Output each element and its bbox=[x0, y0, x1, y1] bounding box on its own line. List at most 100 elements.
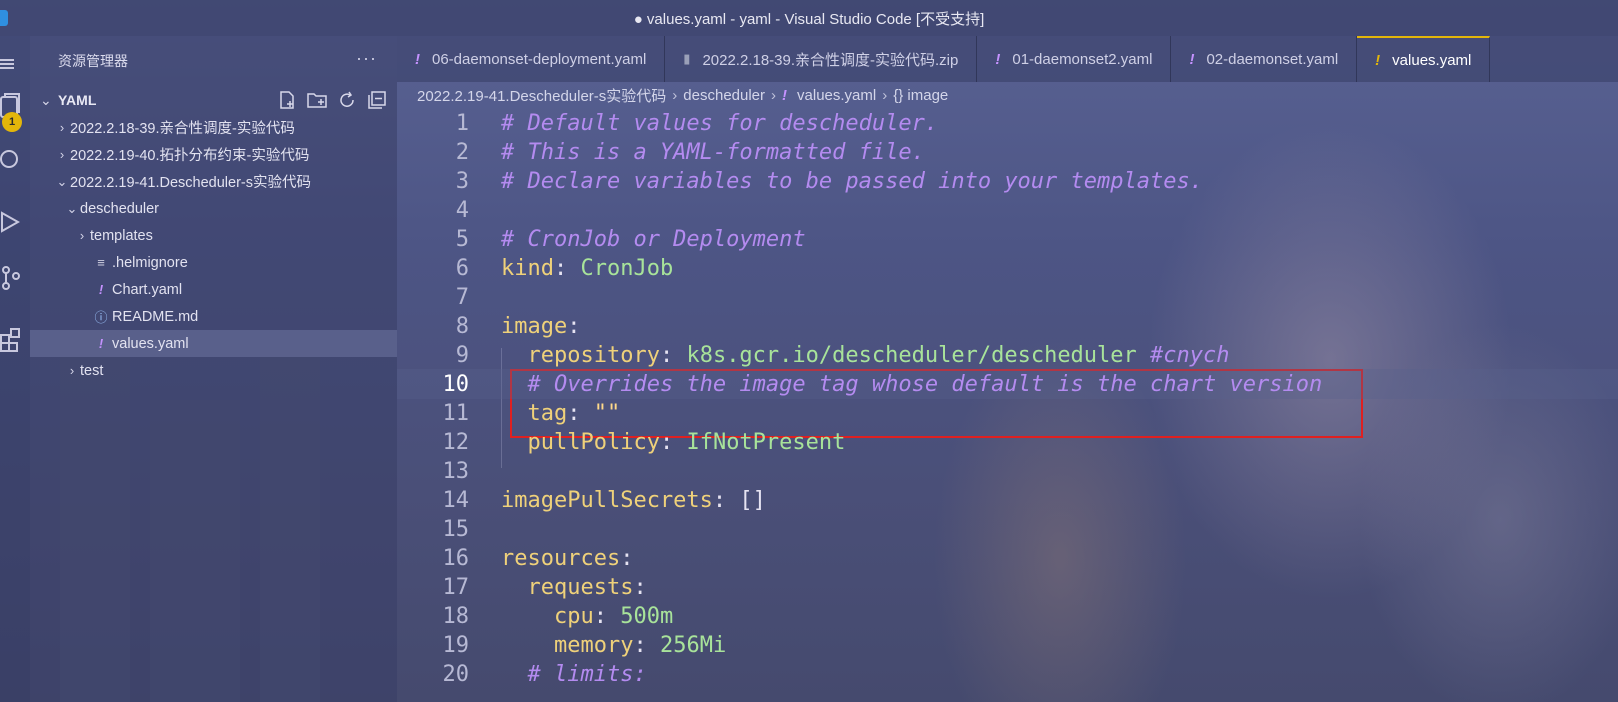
editor-tab[interactable]: ! 01-daemonset2.yaml bbox=[977, 36, 1172, 82]
code-line[interactable]: 9 repository: k8s.gcr.io/descheduler/des… bbox=[397, 340, 1618, 370]
tree-item-label: values.yaml bbox=[112, 335, 189, 352]
line-number: 1 bbox=[455, 110, 469, 136]
line-code: memory: 256Mi bbox=[501, 633, 726, 658]
yaml-file-icon: ! bbox=[1375, 51, 1381, 69]
chevron-right-icon: › bbox=[882, 86, 888, 104]
line-code: # Declare variables to be passed into yo… bbox=[501, 169, 1203, 194]
code-line[interactable]: 18 cpu: 500m bbox=[397, 601, 1618, 631]
code-token: : bbox=[620, 545, 634, 571]
breadcrumb-subfolder[interactable]: descheduler bbox=[683, 87, 765, 104]
code-line[interactable]: 13 bbox=[397, 456, 1618, 486]
code-line[interactable]: 10 # Overrides the image tag whose defau… bbox=[397, 369, 1618, 399]
tree-item[interactable]: ! Chart.yaml bbox=[30, 276, 397, 303]
yaml-file-icon: ! bbox=[415, 50, 420, 68]
code-line[interactable]: 4 bbox=[397, 195, 1618, 225]
code-line[interactable]: 14 imagePullSecrets: [] bbox=[397, 485, 1618, 515]
zip-file-icon: ▮ bbox=[683, 51, 691, 66]
tree-item[interactable]: ! values.yaml bbox=[30, 330, 397, 357]
breadcrumb-folder[interactable]: 2022.2.19-41.Descheduler-s实验代码 bbox=[417, 85, 666, 106]
run-debug-icon[interactable] bbox=[0, 202, 30, 242]
code-token: : bbox=[659, 429, 687, 455]
line-number: 5 bbox=[455, 226, 469, 252]
code-token: kind bbox=[501, 255, 554, 281]
code-token: "" bbox=[593, 400, 621, 426]
editor-tab[interactable]: ! 06-daemonset-deployment.yaml bbox=[397, 36, 666, 82]
code-line[interactable]: 15 bbox=[397, 514, 1618, 544]
chevron-right-icon: › bbox=[59, 120, 65, 135]
line-number: 7 bbox=[455, 284, 469, 310]
code-line[interactable]: 1 # Default values for descheduler. bbox=[397, 108, 1618, 138]
code-token: : bbox=[553, 255, 581, 281]
chevron-right-icon: › bbox=[79, 228, 85, 243]
code-token: : [] bbox=[712, 487, 766, 513]
code-token: pullPolicy bbox=[527, 429, 660, 455]
line-number: 12 bbox=[442, 429, 470, 455]
code-line[interactable]: 7 bbox=[397, 282, 1618, 312]
code-token: k8s.gcr.io/descheduler/descheduler bbox=[686, 342, 1151, 368]
source-control-icon[interactable] bbox=[0, 258, 30, 298]
code-token: IfNotPresent bbox=[686, 429, 846, 455]
more-actions-icon[interactable]: ··· bbox=[356, 48, 377, 69]
code-token: : bbox=[659, 342, 687, 368]
editor-tab[interactable]: ▮ 2022.2.18-39.亲合性调度-实验代码.zip bbox=[665, 36, 978, 82]
breadcrumb: 2022.2.19-41.Descheduler-s实验代码 › desched… bbox=[397, 82, 1618, 108]
code-editor[interactable]: 1 # Default values for descheduler. 2 # Thi… bbox=[397, 108, 1618, 702]
code-line[interactable]: 5 # CronJob or Deployment bbox=[397, 224, 1618, 254]
chevron-down-icon: ⌄ bbox=[40, 91, 52, 108]
chevron-down-icon: ⌄ bbox=[66, 200, 78, 216]
yaml-file-icon: ! bbox=[782, 86, 788, 104]
new-folder-icon[interactable] bbox=[306, 89, 328, 111]
code-token: cpu bbox=[553, 603, 594, 629]
tree-item[interactable]: › templates bbox=[30, 222, 397, 249]
ignore-file-icon: ≡ bbox=[97, 255, 105, 270]
breadcrumb-file[interactable]: values.yaml bbox=[797, 87, 876, 104]
line-number: 19 bbox=[442, 632, 470, 658]
search-icon[interactable] bbox=[0, 140, 30, 180]
line-number: 2 bbox=[455, 139, 469, 165]
chevron-right-icon: › bbox=[672, 86, 678, 104]
tree-item[interactable]: › 2022.2.18-39.亲合性调度-实验代码 bbox=[30, 114, 397, 141]
editor-tab[interactable]: ! values.yaml bbox=[1357, 36, 1491, 82]
tree-item-label: .helmignore bbox=[112, 254, 188, 271]
menu-icon[interactable] bbox=[0, 44, 30, 84]
breadcrumb-symbol[interactable]: {} image bbox=[893, 87, 948, 104]
tree-item-label: 2022.2.18-39.亲合性调度-实验代码 bbox=[70, 121, 295, 137]
workspace-section-label: YAML bbox=[58, 92, 97, 108]
tree-item-label: 2022.2.19-40.拓扑分布约束-实验代码 bbox=[70, 148, 310, 164]
line-number: 3 bbox=[455, 168, 469, 194]
line-code: requests: bbox=[501, 575, 647, 600]
code-token: : bbox=[593, 603, 621, 629]
editor-tab[interactable]: ! 02-daemonset.yaml bbox=[1171, 36, 1358, 82]
code-token: : bbox=[567, 400, 594, 426]
editor-tab-label: 06-daemonset-deployment.yaml bbox=[432, 50, 647, 68]
code-line[interactable]: 11 tag: "" bbox=[397, 398, 1618, 428]
explorer-header: 资源管理器 ··· bbox=[30, 36, 397, 86]
code-line[interactable]: 16 resources: bbox=[397, 543, 1618, 573]
line-number: 18 bbox=[442, 603, 470, 629]
tree-item[interactable]: › 2022.2.19-40.拓扑分布约束-实验代码 bbox=[30, 141, 397, 168]
tree-item[interactable]: ⓘ README.md bbox=[30, 303, 397, 330]
code-line[interactable]: 2 # This is a YAML-formatted file. bbox=[397, 137, 1618, 167]
code-line[interactable]: 19 memory: 256Mi bbox=[397, 630, 1618, 660]
code-line[interactable]: 17 requests: bbox=[397, 572, 1618, 602]
chevron-right-icon: › bbox=[59, 147, 65, 162]
tree-item[interactable]: › test bbox=[30, 357, 397, 384]
code-line[interactable]: 20 # limits: bbox=[397, 659, 1618, 689]
line-code: # This is a YAML-formatted file. bbox=[501, 140, 925, 165]
tree-item[interactable]: ⌄ descheduler bbox=[30, 195, 397, 222]
code-line[interactable]: 8 image: bbox=[397, 311, 1618, 341]
new-file-icon[interactable] bbox=[276, 89, 298, 111]
line-code: kind: CronJob bbox=[501, 256, 673, 281]
collapse-all-icon[interactable] bbox=[366, 89, 388, 111]
code-line[interactable]: 12 pullPolicy: IfNotPresent bbox=[397, 427, 1618, 457]
code-line[interactable]: 3 # Declare variables to be passed into y… bbox=[397, 166, 1618, 196]
refresh-icon[interactable] bbox=[336, 89, 358, 111]
vscode-logo-icon[interactable] bbox=[0, 10, 8, 26]
code-token: imagePullSecrets bbox=[501, 487, 713, 513]
code-line[interactable]: 6 kind: CronJob bbox=[397, 253, 1618, 283]
tree-item[interactable]: ≡ .helmignore bbox=[30, 249, 397, 276]
tree-item-label: Chart.yaml bbox=[112, 281, 183, 298]
tree-item[interactable]: ⌄ 2022.2.19-41.Descheduler-s实验代码 bbox=[30, 168, 397, 195]
extensions-icon[interactable] bbox=[0, 320, 30, 360]
